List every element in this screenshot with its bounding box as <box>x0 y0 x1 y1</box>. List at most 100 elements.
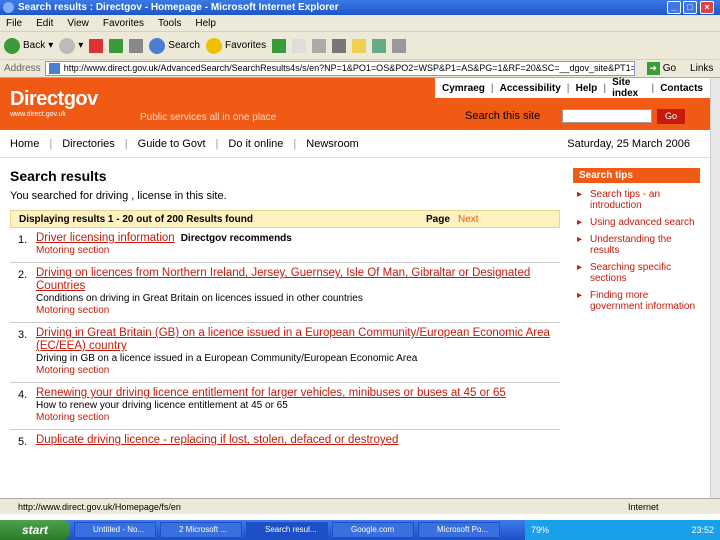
result-number: 2. <box>18 269 28 281</box>
tip-link[interactable]: Understanding the results <box>573 234 700 256</box>
taskbar: start Untitled - No... 2 Microsoft ... S… <box>0 520 720 540</box>
main-nav: Home | Directories | Guide to Govt | Do it … <box>0 130 710 158</box>
link-cymraeg[interactable]: Cymraeg <box>439 83 488 94</box>
edit-icon[interactable] <box>332 38 347 53</box>
mail-icon[interactable] <box>292 38 307 53</box>
result-title-link[interactable]: Duplicate driving licence - replacing if… <box>36 434 560 447</box>
menu-edit[interactable]: Edit <box>36 15 53 31</box>
directgov-logo[interactable]: Directgov <box>10 88 98 111</box>
address-go-button[interactable]: ➜ Go <box>646 62 677 75</box>
next-page-link[interactable]: Next <box>458 214 479 225</box>
nav-newsroom[interactable]: Newsroom <box>306 138 359 150</box>
search-tips-heading: Search tips <box>573 168 700 183</box>
nav-guide-to-govt[interactable]: Guide to Govt <box>138 138 206 150</box>
search-tips-panel: Search tips Search tips - an introductio… <box>573 168 700 312</box>
result-item: 2. Driving on licences from Northern Ire… <box>10 263 560 323</box>
minimize-button[interactable]: _ <box>667 1 681 14</box>
status-url: http://www.direct.gov.uk/Homepage/fs/en <box>18 502 181 512</box>
site-search-label: Search this site <box>465 110 541 122</box>
search-summary: You searched for driving , license in th… <box>10 190 227 202</box>
result-item: 3. Driving in Great Britain (GB) on a li… <box>10 323 560 383</box>
ie-icon <box>3 2 14 13</box>
menu-tools[interactable]: Tools <box>158 15 181 31</box>
task-search-results[interactable]: Search resul... <box>246 522 328 538</box>
address-url: http://www.direct.gov.uk/AdvancedSearch/… <box>63 63 634 73</box>
task-microsoft[interactable]: 2 Microsoft ... <box>160 522 242 538</box>
print-icon[interactable] <box>312 38 327 53</box>
results-content: Search results You searched for driving … <box>10 168 560 453</box>
history-icon[interactable] <box>272 38 287 53</box>
go-arrow-icon: ➜ <box>646 62 660 75</box>
result-description: How to renew your driving licence entitl… <box>36 400 288 411</box>
link-accessibility[interactable]: Accessibility <box>497 83 564 94</box>
tip-link[interactable]: Search tips - an introduction <box>573 189 700 211</box>
link-site-index[interactable]: Site index <box>609 77 648 99</box>
site-tagline: Public services all in one place <box>140 112 277 123</box>
start-button[interactable]: start <box>0 520 70 540</box>
window-title-bar: Search results : Directgov - Homepage - … <box>0 0 720 15</box>
favorites-button[interactable]: Favorites <box>205 37 267 54</box>
result-section[interactable]: Motoring section <box>36 412 560 423</box>
system-tray: 79% 23:52 <box>525 520 720 540</box>
toolbar: Back ▾ ▾ Search Favorites <box>0 32 720 60</box>
battery-level: 79% <box>531 525 550 535</box>
site-search-go-button[interactable]: Go <box>657 109 685 124</box>
status-bar: http://www.direct.gov.uk/Homepage/fs/en … <box>0 498 720 514</box>
nav-home[interactable]: Home <box>10 138 39 150</box>
page-icon <box>48 63 60 74</box>
task-powerpoint[interactable]: Microsoft Po... <box>418 522 500 538</box>
result-description: Conditions on driving in Great Britain o… <box>36 293 363 304</box>
results-bar: Displaying results 1 - 20 out of 200 Res… <box>10 210 560 228</box>
home-icon[interactable] <box>129 38 144 53</box>
back-arrow-icon <box>4 37 20 54</box>
vertical-scrollbar[interactable] <box>710 78 720 498</box>
menu-help[interactable]: Help <box>195 15 216 31</box>
discuss-icon[interactable] <box>352 38 367 53</box>
page-label: Page <box>426 213 450 225</box>
site-header: Directgov www.direct.gov.uk Public servi… <box>0 77 710 130</box>
link-help[interactable]: Help <box>573 83 601 94</box>
result-section[interactable]: Motoring section <box>36 305 560 316</box>
research-icon[interactable] <box>372 38 387 53</box>
result-title-link[interactable]: Renewing your driving licence entitlemen… <box>36 387 560 400</box>
forward-arrow-icon <box>59 37 76 54</box>
recommended-badge: Directgov recommends <box>180 233 292 244</box>
nav-directories[interactable]: Directories <box>62 138 115 150</box>
result-item: 4. Renewing your driving licence entitle… <box>10 383 560 430</box>
forward-button[interactable]: ▾ <box>59 37 83 54</box>
result-number: 4. <box>18 389 28 401</box>
result-title-link[interactable]: Driving in Great Britain (GB) on a licen… <box>36 327 560 353</box>
task-google[interactable]: Google.com <box>332 522 414 538</box>
link-contacts[interactable]: Contacts <box>657 83 706 94</box>
menu-bar: File Edit View Favorites Tools Help <box>0 15 720 32</box>
address-input[interactable]: http://www.direct.gov.uk/AdvancedSearch/… <box>44 61 635 76</box>
maximize-button[interactable]: □ <box>683 1 697 14</box>
tip-link[interactable]: Finding more government information <box>573 290 700 312</box>
menu-view[interactable]: View <box>67 15 89 31</box>
go-label: Go <box>662 63 677 74</box>
tip-link[interactable]: Searching specific sections <box>573 262 700 284</box>
result-title-link[interactable]: Driving on licences from Northern Irelan… <box>36 267 560 293</box>
clock: 23:52 <box>691 525 714 535</box>
search-button[interactable]: Search <box>149 37 200 54</box>
site-search-input[interactable] <box>562 109 652 123</box>
menu-favorites[interactable]: Favorites <box>103 15 144 31</box>
utility-links: Cymraeg | Accessibility | Help | Site index… <box>435 77 710 99</box>
search-icon <box>149 37 166 54</box>
favorites-label: Favorites <box>224 40 267 51</box>
result-section[interactable]: Motoring section <box>36 365 560 376</box>
result-title-link[interactable]: Driver licensing information <box>36 232 175 244</box>
menu-file[interactable]: File <box>6 15 22 31</box>
status-zone: Internet <box>628 502 659 512</box>
back-button[interactable]: Back ▾ <box>4 37 53 54</box>
nav-do-it-online[interactable]: Do it online <box>228 138 283 150</box>
links-button[interactable]: Links <box>690 63 713 74</box>
stop-icon[interactable] <box>89 38 104 53</box>
tip-link[interactable]: Using advanced search <box>573 217 700 228</box>
result-section[interactable]: Motoring section <box>36 245 560 256</box>
refresh-icon[interactable] <box>109 38 124 53</box>
back-label: Back <box>23 40 46 51</box>
close-button[interactable]: × <box>700 1 714 14</box>
messenger-icon[interactable] <box>392 38 407 53</box>
task-notepad[interactable]: Untitled - No... <box>74 522 156 538</box>
